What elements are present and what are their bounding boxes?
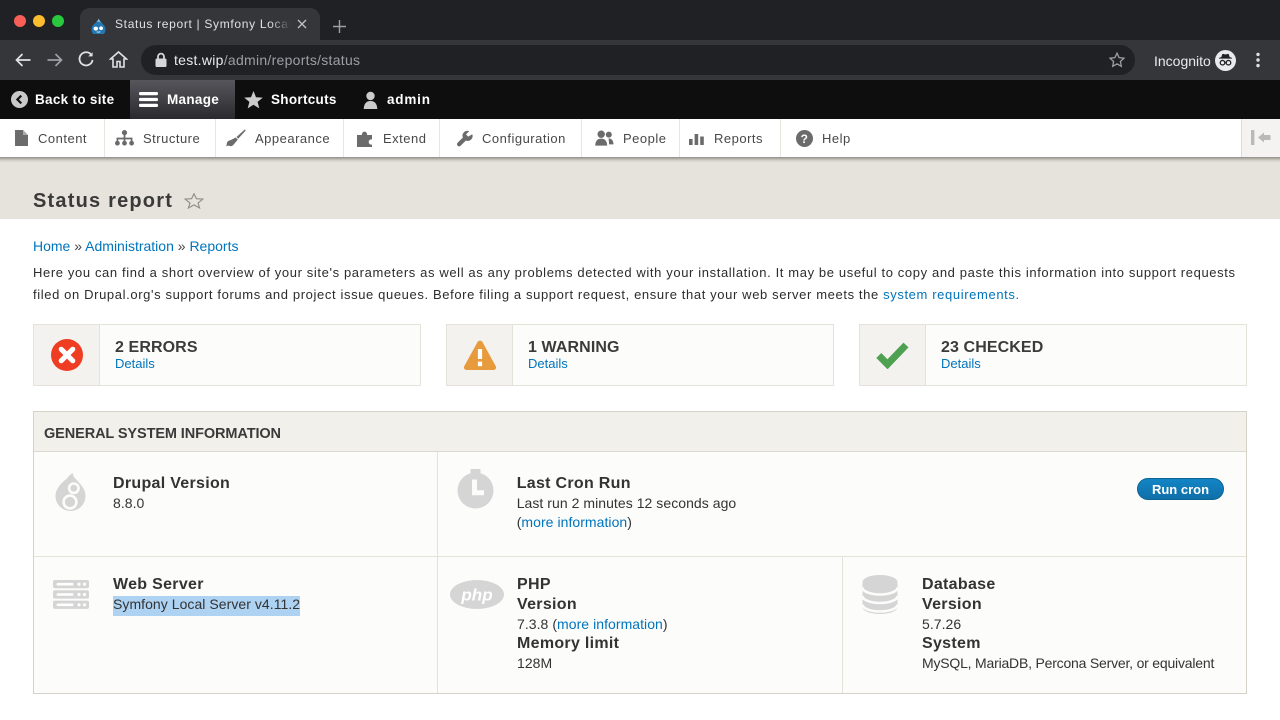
svg-text:?: ? (801, 131, 809, 145)
svg-text:php: php (460, 586, 492, 605)
